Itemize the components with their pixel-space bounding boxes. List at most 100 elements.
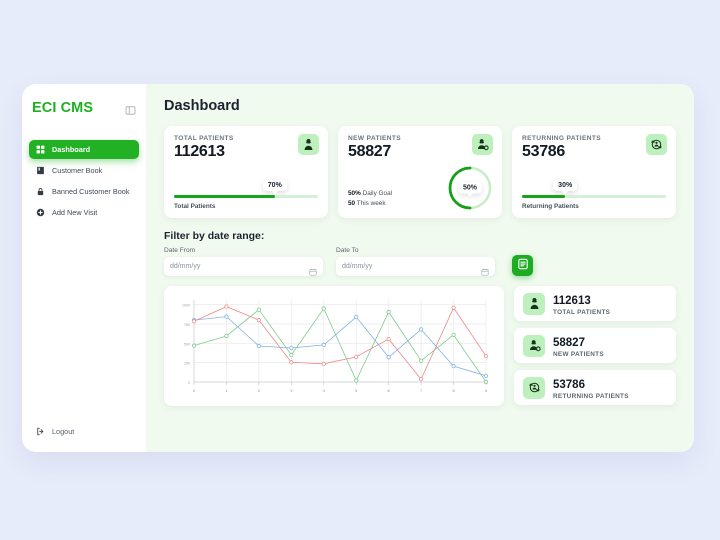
sidebar-item-add-new-visit[interactable]: Add New Visit (29, 203, 139, 222)
date-to-field: Date To dd/mm/yy (336, 247, 495, 276)
date-to-input[interactable]: dd/mm/yy (336, 257, 495, 276)
date-to-label: Date To (336, 247, 359, 254)
new-patient-icon (472, 134, 493, 155)
svg-text:9: 9 (485, 388, 488, 393)
book-icon (36, 166, 45, 175)
progress-fill (174, 195, 275, 198)
logout-icon (36, 427, 45, 436)
stat-card-caption: Total Patients (174, 203, 216, 210)
goal-text-block: 50% Daily Goal 50 This week (348, 189, 392, 209)
date-from-label: Date From (164, 247, 196, 254)
sidebar-nav: Dashboard Customer Book Banned Customer … (22, 140, 146, 222)
sidebar-item-label: Dashboard (52, 145, 91, 154)
stat-card-new-patients: NEW PATIENTS 58827 50% Daily Goal 50 Thi… (338, 126, 502, 218)
stat-card-label: RETURNING PATIENTS (522, 135, 601, 142)
stat-card-returning-patients: RETURNING PATIENTS 53786 30% Returning P… (512, 126, 676, 218)
svg-text:6: 6 (388, 388, 391, 393)
filter-row: Date From dd/mm/yy Date To dd/mm/yy (164, 247, 676, 276)
summary-value: 112613 (553, 295, 591, 307)
progress-track (522, 195, 666, 198)
progress-bar-total: 70% (174, 180, 318, 198)
summary-value: 58827 (553, 337, 585, 349)
svg-text:7: 7 (420, 388, 423, 393)
bottom-row: 0 250 500 750 1000 0 1 2 3 4 5 6 7 8 9 112613 TOTAL PA… (164, 286, 676, 406)
svg-text:1: 1 (225, 388, 228, 393)
patient-icon (523, 292, 545, 315)
sidebar-item-dashboard[interactable]: Dashboard (29, 140, 139, 159)
calendar-icon[interactable] (481, 263, 489, 276)
app-window: ECI CMS Dashboard Customer Book Banned C… (22, 84, 694, 452)
stat-card-value: 58827 (348, 143, 391, 160)
svg-text:750: 750 (184, 323, 190, 327)
svg-text:0: 0 (188, 381, 190, 385)
goal-label: Daily Goal (362, 190, 393, 198)
summary-list: 112613 TOTAL PATIENTS 58827 NEW PATIENTS (514, 286, 676, 406)
sidebar-item-customer-book[interactable]: Customer Book (29, 161, 139, 180)
logout-button[interactable]: Logout (36, 427, 74, 436)
date-from-placeholder: dd/mm/yy (170, 263, 201, 270)
week-label: This week (356, 200, 386, 208)
returning-patient-icon (646, 134, 667, 155)
date-to-placeholder: dd/mm/yy (342, 263, 373, 270)
generate-report-button[interactable] (512, 255, 533, 276)
stat-cards-row: TOTAL PATIENTS 112613 70% Total Patients… (164, 126, 676, 218)
page-title: Dashboard (164, 98, 240, 114)
goal-value: 50% (348, 190, 361, 198)
progress-track (174, 195, 318, 198)
progress-bar-returning: 30% (522, 180, 666, 198)
svg-text:250: 250 (184, 362, 190, 366)
stat-card-label: NEW PATIENTS (348, 135, 402, 142)
calendar-icon[interactable] (309, 263, 317, 276)
summary-item-new-patients[interactable]: 58827 NEW PATIENTS (514, 328, 676, 363)
summary-label: TOTAL PATIENTS (553, 309, 611, 316)
patient-icon (298, 134, 319, 155)
donut-progress-chart: 50% (446, 164, 494, 212)
svg-text:5: 5 (355, 388, 358, 393)
progress-bubble: 30% (553, 180, 578, 191)
svg-text:4: 4 (323, 388, 326, 393)
sidebar: ECI CMS Dashboard Customer Book Banned C… (22, 84, 146, 452)
summary-label: RETURNING PATIENTS (553, 393, 629, 400)
progress-bubble: 70% (262, 180, 287, 191)
app-logo: ECI CMS (32, 100, 94, 116)
svg-text:8: 8 (452, 388, 455, 393)
progress-fill (522, 195, 566, 198)
summary-label: NEW PATIENTS (553, 351, 604, 358)
panel-collapse-icon[interactable] (125, 103, 136, 115)
summary-item-total-patients[interactable]: 112613 TOTAL PATIENTS (514, 286, 676, 321)
line-chart-card: 0 250 500 750 1000 0 1 2 3 4 5 6 7 8 9 (164, 286, 504, 406)
stat-card-value: 112613 (174, 143, 225, 160)
logout-label: Logout (52, 427, 75, 436)
summary-value: 53786 (553, 379, 585, 391)
plus-circle-icon (36, 208, 45, 217)
filter-section-title: Filter by date range: (164, 230, 265, 242)
sidebar-item-label: Customer Book (52, 166, 103, 175)
sidebar-item-label: Banned Customer Book (52, 187, 130, 196)
lock-icon (36, 187, 45, 196)
stat-card-label: TOTAL PATIENTS (174, 135, 234, 142)
new-patient-icon (523, 334, 545, 357)
grid-icon (36, 145, 45, 154)
stat-card-value: 53786 (522, 143, 565, 160)
svg-text:1000: 1000 (182, 304, 190, 308)
svg-text:0: 0 (193, 388, 196, 393)
main-content: Dashboard TOTAL PATIENTS 112613 70% Tota… (146, 84, 694, 452)
svg-text:500: 500 (184, 342, 190, 346)
sidebar-item-label: Add New Visit (52, 208, 98, 217)
sidebar-header: ECI CMS (22, 84, 146, 116)
date-from-input[interactable]: dd/mm/yy (164, 257, 323, 276)
svg-text:2: 2 (258, 388, 261, 393)
stat-card-caption: Returning Patients (522, 203, 579, 210)
summary-text: 58827 NEW PATIENTS (553, 333, 604, 358)
report-icon (517, 258, 529, 273)
svg-text:3: 3 (290, 388, 293, 393)
line-chart: 0 250 500 750 1000 0 1 2 3 4 5 6 7 8 9 (182, 300, 489, 393)
summary-text: 53786 RETURNING PATIENTS (553, 375, 629, 400)
summary-item-returning-patients[interactable]: 53786 RETURNING PATIENTS (514, 370, 676, 405)
week-value: 50 (348, 200, 356, 208)
stat-card-total-patients: TOTAL PATIENTS 112613 70% Total Patients (164, 126, 328, 218)
date-from-field: Date From dd/mm/yy (164, 247, 323, 276)
donut-value-bubble: 50% (457, 182, 483, 194)
returning-patient-icon (523, 376, 545, 399)
sidebar-item-banned-customer-book[interactable]: Banned Customer Book (29, 182, 139, 201)
